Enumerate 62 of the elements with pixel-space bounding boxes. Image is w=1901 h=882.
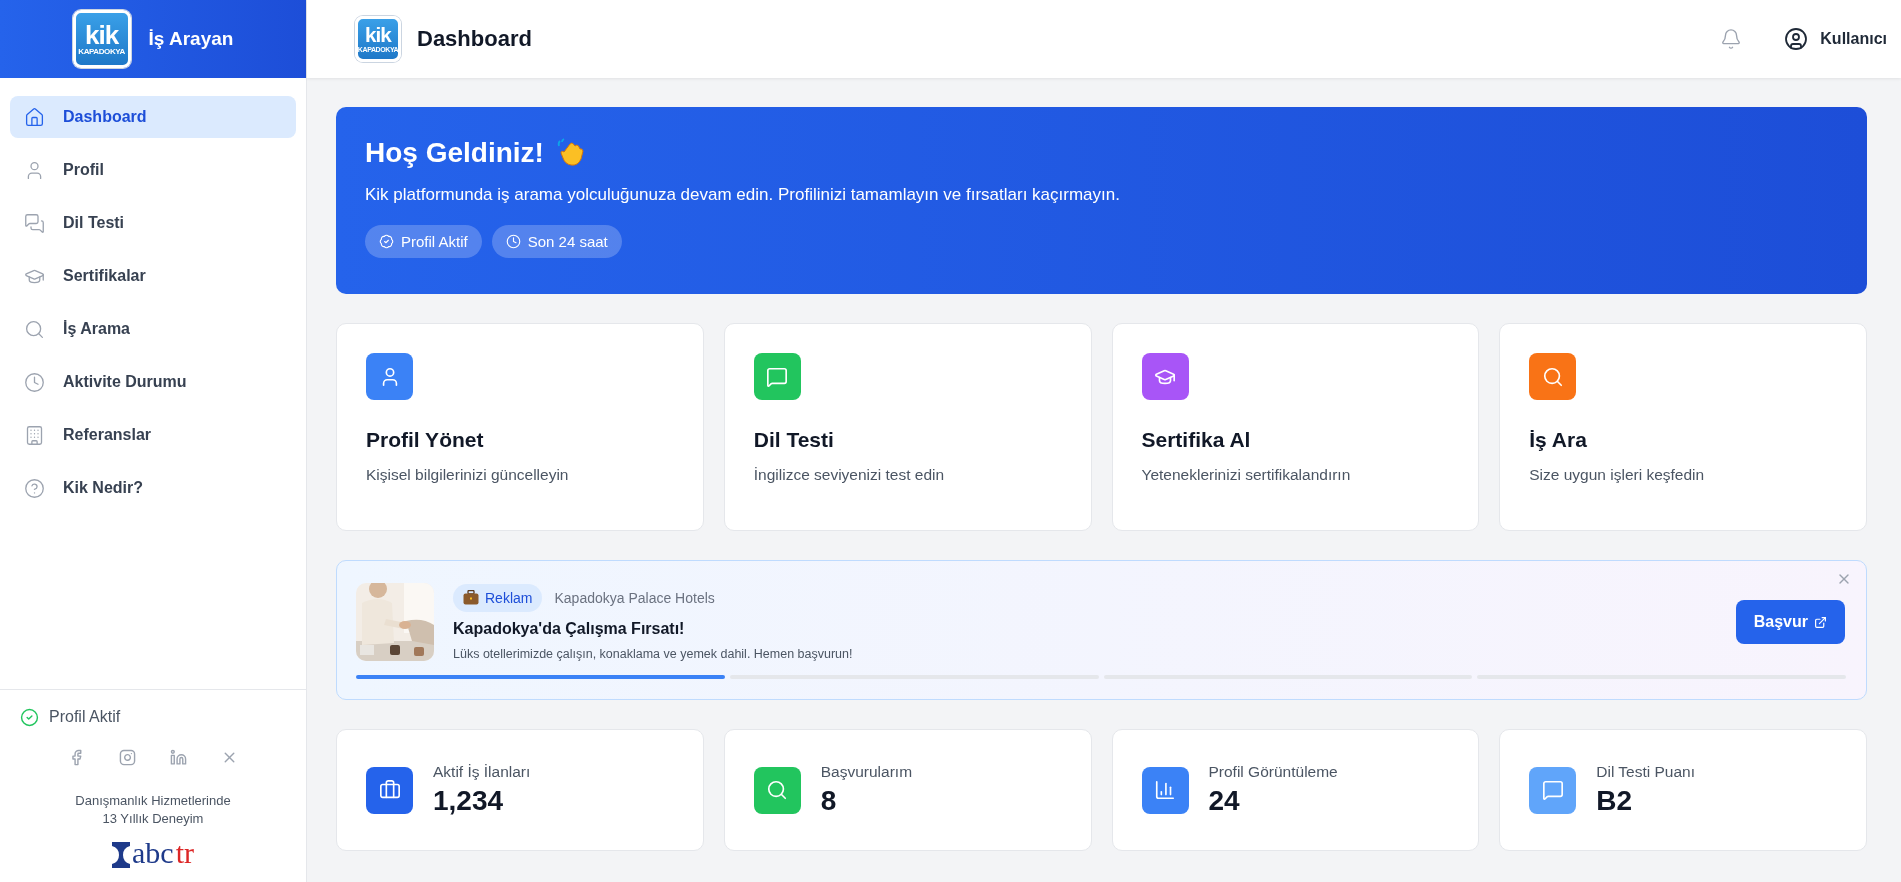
stat-label: Dil Testi Puanı [1596, 763, 1696, 781]
search-icon [24, 318, 45, 340]
card-title: Profil Yönet [366, 428, 485, 452]
nav-item[interactable]: Dil Testi [10, 202, 296, 244]
footer-logo-text: abc [132, 838, 174, 868]
footer-logo-accent: tr [175, 838, 194, 868]
feature-card[interactable]: İş Ara Size uygun işleri keşfedin [1499, 323, 1867, 531]
feature-card[interactable]: Profil Yönet Kişisel bilgilerinizi güncelleyin [336, 323, 704, 531]
welcome-text: Kik platformunda iş arama yolculuğunuza devam edin. Profilinizi tamamlayın ve fırsatları kaçırmayın. [365, 185, 1121, 205]
external-link-icon [1814, 615, 1827, 629]
stat-value: B2 [1596, 785, 1634, 817]
nav-item[interactable]: Kik Nedir? [10, 467, 296, 509]
card-description: Kişisel bilgilerinizi güncelleyin [366, 466, 570, 484]
card-title: Sertifika Al [1141, 428, 1252, 452]
nav-item[interactable]: Referanslar [10, 414, 296, 456]
user-menu[interactable]: Kullanıcı [1778, 26, 1893, 52]
stat-value: 24 [1208, 785, 1241, 817]
card-title: İş Ara [1529, 428, 1588, 452]
sponsor-name: Kapadokya Palace Hotels [554, 589, 715, 606]
briefcase-icon [463, 590, 479, 605]
status-chip: Profil Aktif [365, 225, 482, 258]
instagram-icon[interactable] [119, 748, 136, 766]
footer-text: Danışmanlık Hizmetlerinde 13 Yıllık Deneyim [75, 791, 231, 828]
nav-item[interactable]: Dashboard [10, 96, 296, 138]
notification-bell-icon[interactable] [1720, 28, 1743, 50]
welcome-title: Hoş Geldiniz! [365, 137, 544, 169]
card-description: Size uygun işleri keşfedin [1529, 466, 1706, 484]
ad-badge: Reklam [453, 583, 543, 612]
stat-label: Profil Görüntüleme [1208, 763, 1338, 781]
card-description: Yeteneklerinizi sertifikalandırın [1141, 466, 1352, 484]
stat-value: 1,234 [433, 785, 505, 817]
waving-hand-icon [555, 138, 586, 168]
nav-item[interactable]: Sertifikalar [10, 255, 296, 297]
page-title: Dashboard [417, 26, 533, 52]
building-icon [24, 424, 45, 446]
home-icon [24, 106, 45, 128]
feature-card[interactable]: Sertifika Al Yeteneklerinizi sertifikalandırın [1111, 323, 1480, 531]
app-title: İş Arayan [148, 28, 234, 50]
clock-icon [24, 371, 45, 393]
ad-title: Kapadokya'da Çalışma Fırsatı! [453, 619, 686, 638]
user-icon [1784, 27, 1809, 51]
ad-text: Lüks otellerimizde çalışın, konaklama ve yemek dahil. Hemen başvurun! [453, 646, 854, 661]
check-circle-icon [20, 707, 39, 727]
nav-item[interactable]: Aktivite Durumu [10, 361, 296, 403]
feature-card[interactable]: Dil Testi İngilizce seviyenizi test edin [723, 323, 1092, 531]
clock-icon [505, 234, 521, 249]
badge-check-icon [379, 234, 394, 249]
card-description: İngilizce seviyenizi test edin [753, 466, 946, 484]
linkedin-icon[interactable] [170, 748, 187, 766]
logo-mark-icon [112, 842, 130, 868]
status-chip: Son 24 saat [491, 225, 622, 258]
nav-item[interactable]: İş Arama [10, 308, 296, 350]
apply-button[interactable]: Başvur [1735, 600, 1845, 644]
stat-value: 8 [820, 785, 838, 817]
card-title: Dil Testi [753, 428, 835, 452]
chat-icon [24, 212, 45, 234]
profile-status: Profil Aktif [49, 708, 121, 727]
stat-label: Aktif İş İlanları [433, 763, 531, 781]
logo: kik KAPADOKYA [72, 10, 131, 68]
help-icon [24, 477, 45, 499]
nav-item[interactable]: Profil [10, 149, 296, 191]
stat-label: Başvurularım [820, 763, 913, 781]
